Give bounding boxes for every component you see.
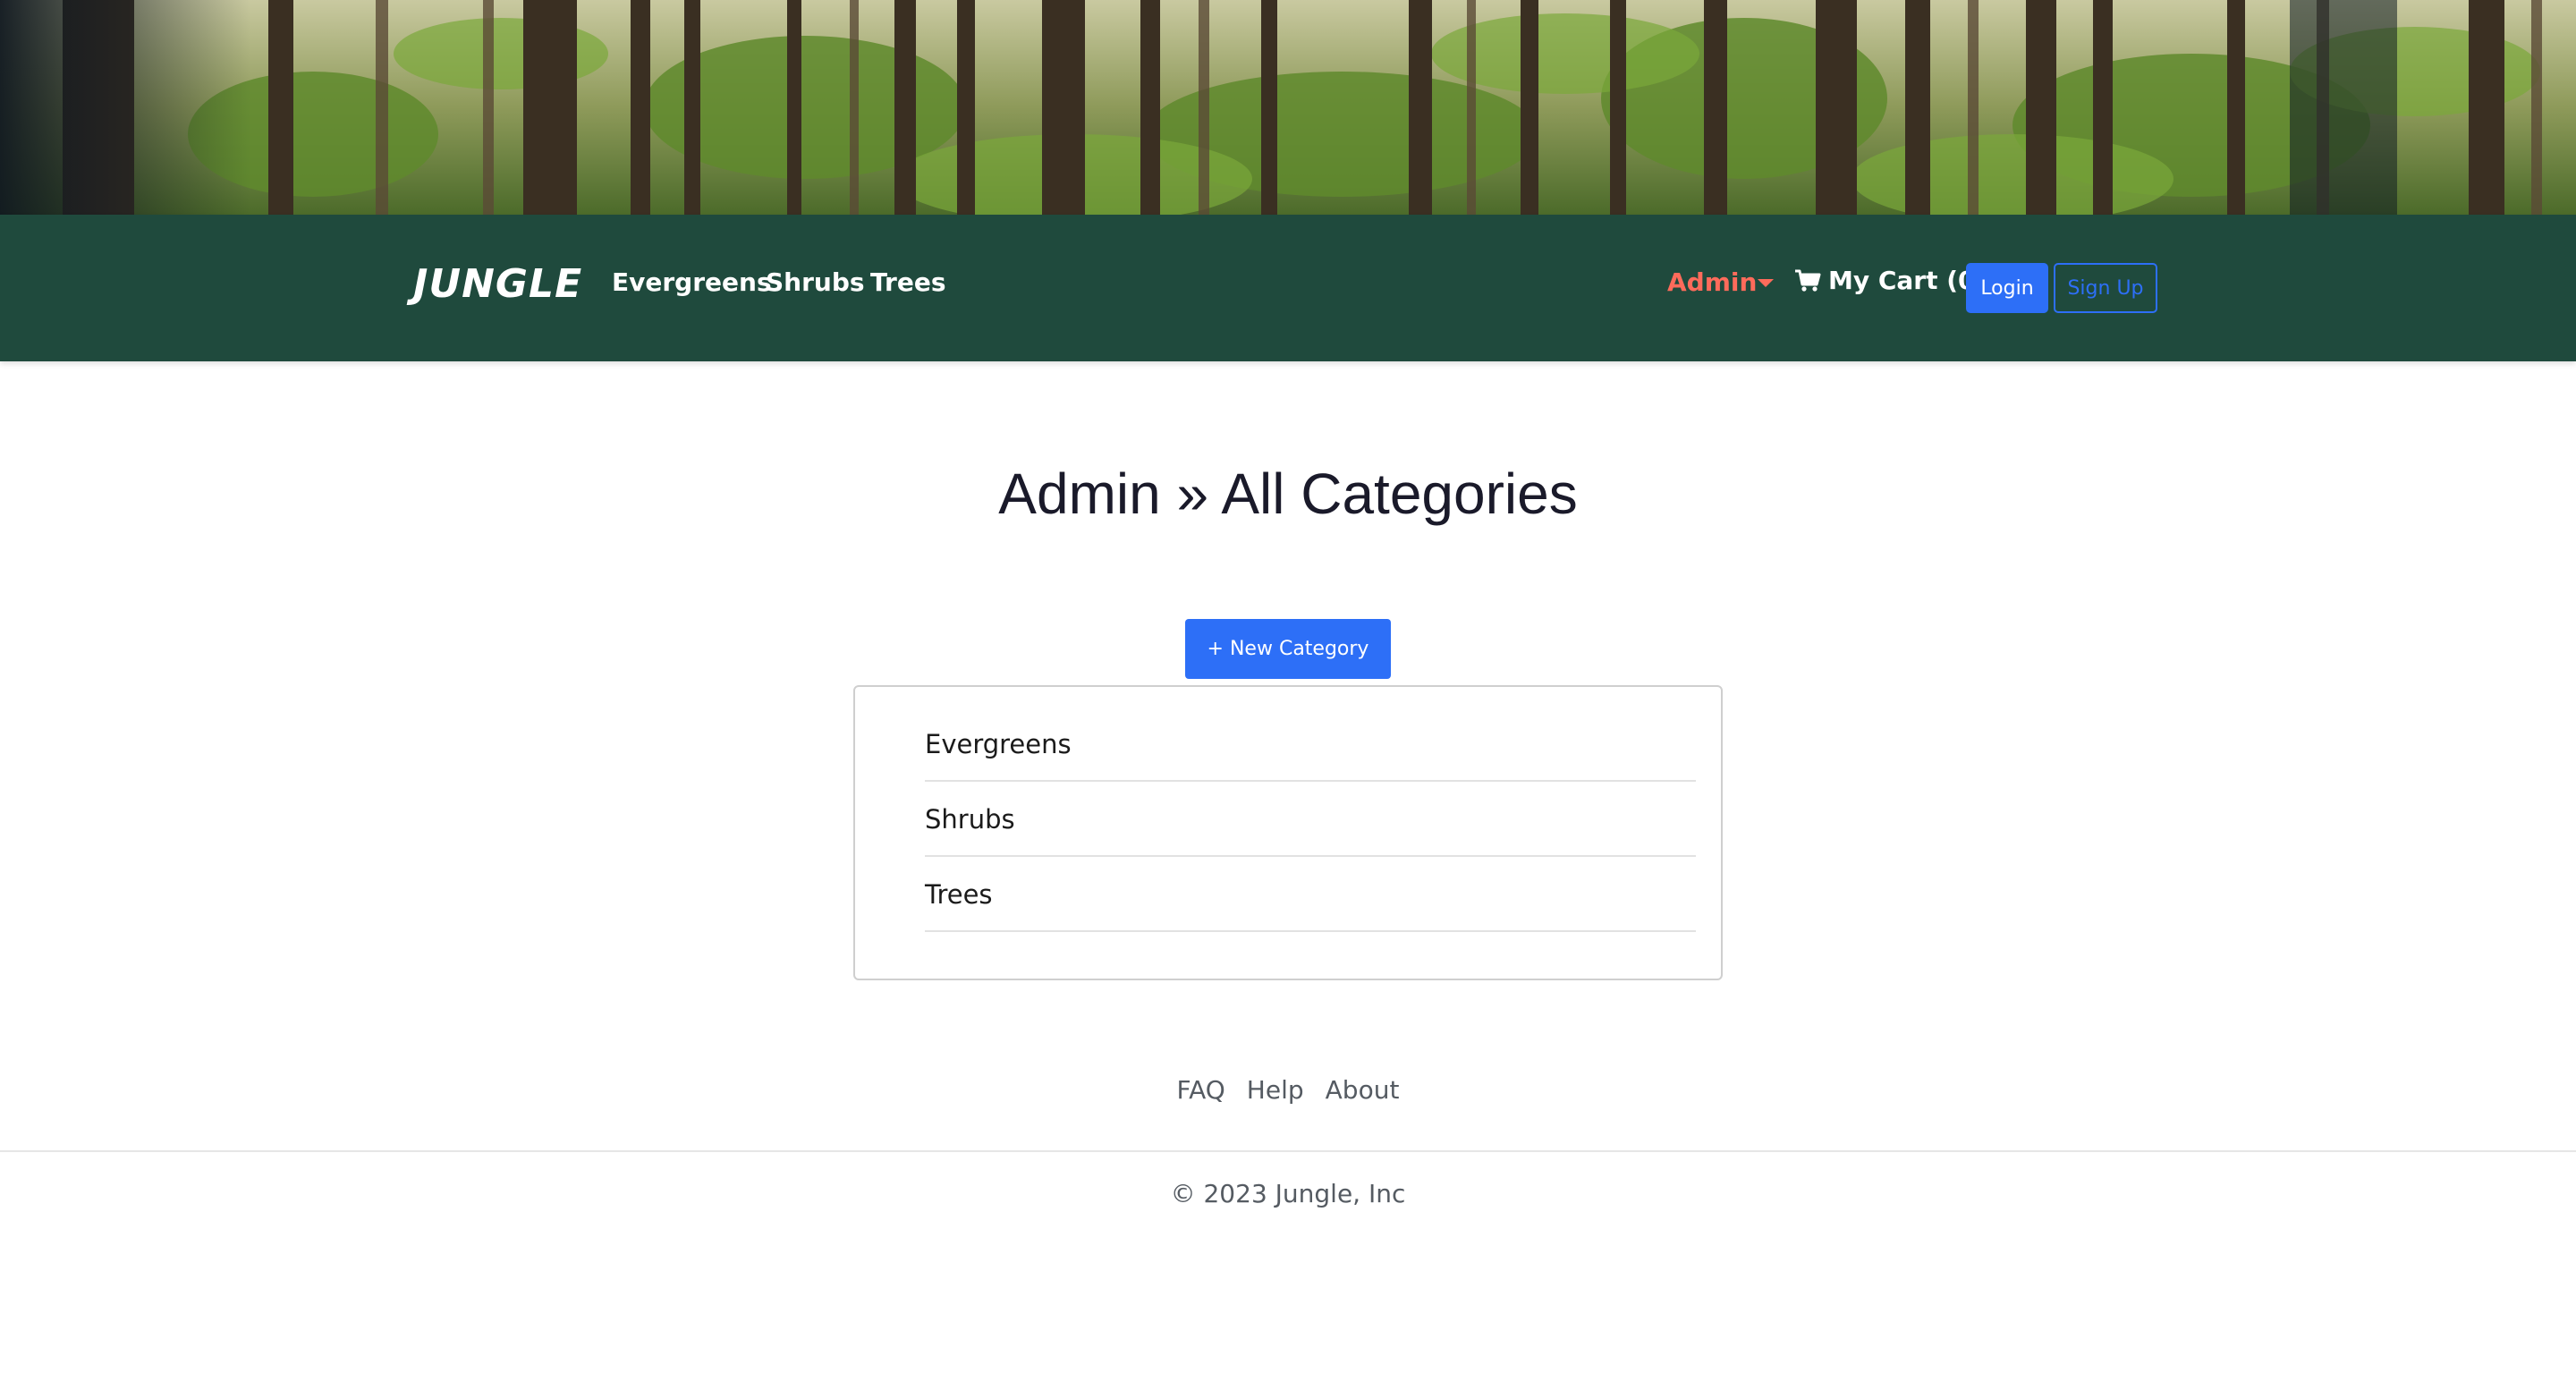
footer-divider	[0, 1150, 2576, 1152]
list-item: Evergreens	[925, 707, 1696, 782]
forest-image	[0, 0, 2576, 215]
new-category-button[interactable]: + New Category	[1185, 619, 1391, 679]
cart-label: My Cart (0)	[1828, 266, 1987, 295]
nav-link-evergreens[interactable]: Evergreens	[612, 270, 772, 295]
category-list: Evergreens Shrubs Trees	[925, 707, 1696, 932]
nav-link-shrubs[interactable]: Shrubs	[766, 270, 865, 295]
signup-button[interactable]: Sign Up	[2054, 263, 2157, 313]
login-button[interactable]: Login	[1966, 263, 2048, 313]
admin-dropdown-toggle[interactable]: Admin	[1667, 270, 1757, 295]
categories-card: Evergreens Shrubs Trees	[853, 685, 1723, 980]
navbar: JUNGLE Evergreens Shrubs Trees Admin My …	[0, 215, 2576, 361]
footer-link-help[interactable]: Help	[1247, 1075, 1304, 1105]
list-item: Trees	[925, 857, 1696, 932]
cart-link[interactable]: My Cart (0)	[1794, 268, 1987, 293]
footer-link-faq[interactable]: FAQ	[1177, 1075, 1225, 1105]
chevron-down-icon	[1758, 279, 1774, 287]
cart-icon	[1795, 269, 1821, 292]
footer-link-about[interactable]: About	[1326, 1075, 1400, 1105]
page-title: Admin » All Categories	[998, 462, 1578, 526]
nav-link-trees[interactable]: Trees	[870, 270, 945, 295]
hero-banner	[0, 0, 2576, 215]
list-item: Shrubs	[925, 782, 1696, 857]
footer-links: FAQ Help About	[0, 1075, 2576, 1105]
copyright: © 2023 Jungle, Inc	[1170, 1179, 1406, 1208]
brand-logo[interactable]: JUNGLE	[413, 265, 582, 304]
